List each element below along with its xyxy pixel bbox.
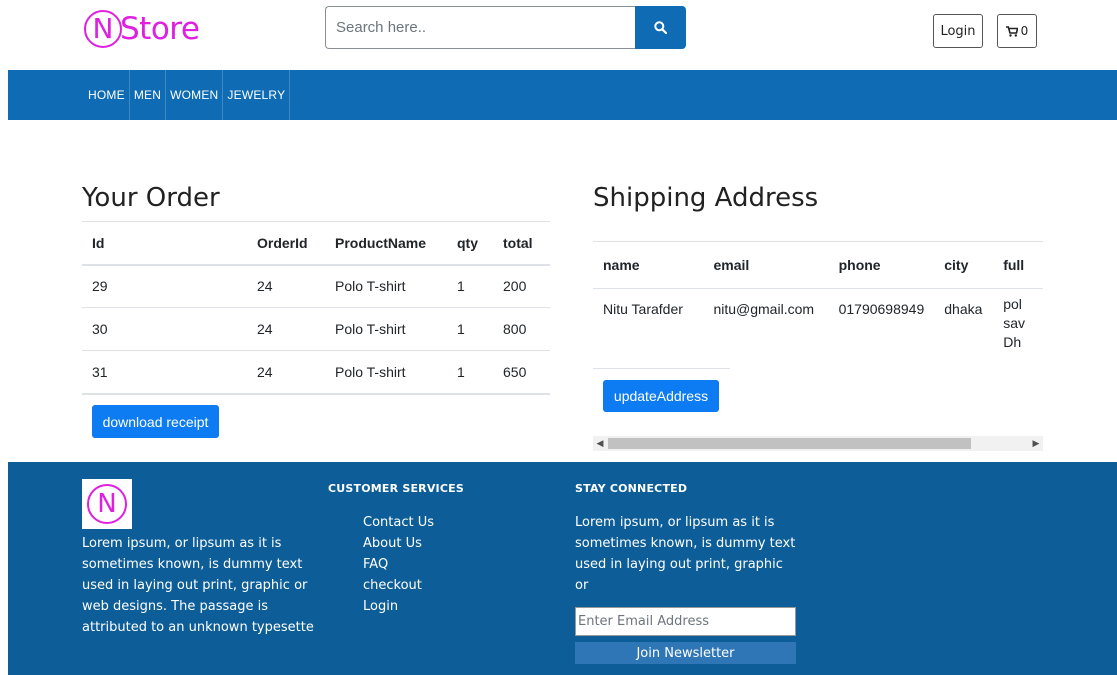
table-row: Nitu Tarafder nitu@gmail.com 01790698949… bbox=[593, 289, 1043, 369]
column-header-city: city bbox=[934, 241, 994, 289]
footer-about-text: Lorem ipsum, or lipsum as it is sometime… bbox=[82, 536, 314, 635]
column-header-total: total bbox=[493, 221, 550, 266]
column-header-phone: phone bbox=[828, 241, 935, 289]
cell-qty: 1 bbox=[447, 264, 493, 308]
stay-connected-heading: STAY CONNECTED bbox=[575, 482, 688, 495]
stay-connected-text: Lorem ipsum, or lipsum as it is sometime… bbox=[575, 515, 796, 593]
cell-email: nitu@gmail.com bbox=[713, 301, 815, 317]
site-footer: N Lorem ipsum, or lipsum as it is someti… bbox=[8, 462, 1117, 675]
footer-link-about-us[interactable]: About Us bbox=[363, 533, 434, 554]
cell-id: 30 bbox=[82, 307, 247, 351]
cell-name: Nitu Tarafder bbox=[603, 301, 683, 317]
cell-orderid: 24 bbox=[247, 350, 325, 395]
order-title: Your Order bbox=[82, 183, 220, 213]
logo-text: Store bbox=[120, 11, 200, 47]
search-input[interactable] bbox=[325, 6, 635, 49]
cell-total: 200 bbox=[493, 264, 550, 308]
footer-logo-mark: N bbox=[87, 484, 127, 524]
horizontal-scrollbar[interactable]: ◀ ▶ bbox=[593, 436, 1043, 451]
column-header-orderid: OrderId bbox=[247, 221, 325, 266]
cell-qty: 1 bbox=[447, 307, 493, 351]
search-icon bbox=[654, 21, 667, 34]
cell-total: 800 bbox=[493, 307, 550, 351]
site-header: N Store Login 0 bbox=[0, 0, 1117, 70]
scroll-left-icon[interactable]: ◀ bbox=[593, 436, 607, 451]
cell-productname: Polo T-shirt bbox=[325, 350, 447, 395]
nav-item-men[interactable]: MEN bbox=[130, 70, 167, 120]
footer-link-contact-us[interactable]: Contact Us bbox=[363, 512, 434, 533]
footer-link-login[interactable]: Login bbox=[363, 596, 434, 617]
cell-orderid: 24 bbox=[247, 264, 325, 308]
column-header-id: Id bbox=[82, 221, 247, 266]
footer-logo: N bbox=[82, 479, 132, 529]
order-table: Id OrderId ProductName qty total 29 24 P… bbox=[82, 221, 550, 395]
cell-productname: Polo T-shirt bbox=[325, 307, 447, 351]
column-header-full: full bbox=[993, 241, 1043, 289]
login-button[interactable]: Login bbox=[933, 14, 983, 48]
nav-item-home[interactable]: HOME bbox=[84, 70, 130, 120]
table-row: 30 24 Polo T-shirt 1 800 bbox=[82, 307, 550, 351]
table-row: 31 24 Polo T-shirt 1 650 bbox=[82, 350, 550, 395]
newsletter-email-input[interactable] bbox=[575, 607, 796, 636]
shipping-table-header-row: name email phone city full bbox=[593, 241, 1043, 289]
shipping-divider bbox=[593, 368, 730, 369]
nav-item-women[interactable]: WOMEN bbox=[166, 70, 224, 120]
column-header-qty: qty bbox=[447, 221, 493, 266]
column-header-productname: ProductName bbox=[325, 221, 447, 266]
footer-link-faq[interactable]: FAQ bbox=[363, 554, 434, 575]
logo-mark: N bbox=[84, 10, 122, 48]
footer-link-checkout[interactable]: checkout bbox=[363, 575, 434, 596]
footer-links: Contact Us About Us FAQ checkout Login bbox=[363, 512, 434, 617]
customer-services-heading: CUSTOMER SERVICES bbox=[328, 482, 464, 495]
cell-productname: Polo T-shirt bbox=[325, 264, 447, 308]
download-receipt-button[interactable]: download receipt bbox=[92, 405, 219, 438]
shopping-cart-icon bbox=[1005, 25, 1018, 37]
scrollbar-thumb[interactable] bbox=[608, 438, 971, 449]
search-button[interactable] bbox=[635, 6, 686, 49]
table-row: 29 24 Polo T-shirt 1 200 bbox=[82, 264, 550, 308]
cell-id: 31 bbox=[82, 350, 247, 395]
cart-count: 0 bbox=[1020, 24, 1029, 38]
cell-qty: 1 bbox=[447, 350, 493, 395]
store-logo[interactable]: N Store bbox=[84, 8, 200, 50]
main-navbar: HOME MEN WOMEN JEWELRY bbox=[8, 70, 1117, 120]
scroll-right-icon[interactable]: ▶ bbox=[1029, 436, 1043, 451]
update-address-button[interactable]: updateAddress bbox=[603, 380, 719, 412]
column-header-name: name bbox=[593, 241, 704, 289]
shipping-table: name email phone city full Nitu Tarafder… bbox=[593, 241, 1043, 369]
search-bar bbox=[325, 6, 686, 49]
cell-orderid: 24 bbox=[247, 307, 325, 351]
join-newsletter-button[interactable]: Join Newsletter bbox=[575, 642, 796, 664]
cell-phone: 01790698949 bbox=[838, 301, 925, 317]
column-header-email: email bbox=[703, 241, 829, 289]
cell-total: 650 bbox=[493, 350, 550, 395]
shipping-title: Shipping Address bbox=[593, 183, 819, 213]
nav-item-jewelry[interactable]: JEWELRY bbox=[223, 70, 291, 120]
cell-id: 29 bbox=[82, 264, 247, 308]
cell-full-address: pol sav Dh bbox=[1003, 296, 1025, 350]
order-table-header-row: Id OrderId ProductName qty total bbox=[82, 221, 550, 266]
cart-button[interactable]: 0 bbox=[997, 14, 1037, 48]
cell-city: dhaka bbox=[944, 301, 983, 317]
